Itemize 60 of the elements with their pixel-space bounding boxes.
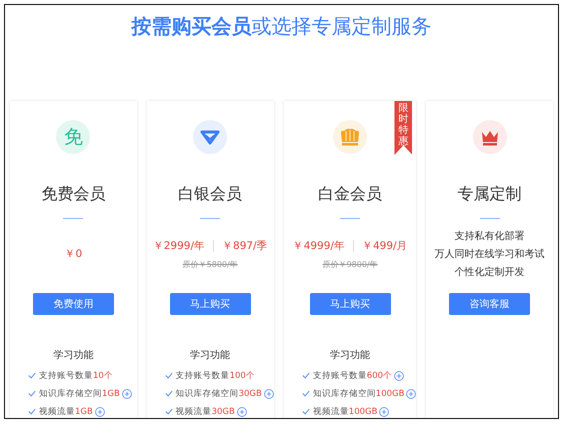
feature-label: 视频流量 [312, 406, 349, 418]
feature-value: 100个 [230, 370, 255, 382]
add-icon[interactable] [236, 406, 247, 416]
plan-name: 专属定制 [458, 184, 522, 204]
check-icon [164, 408, 173, 415]
plan-price: ￥0 [64, 247, 82, 261]
add-icon[interactable] [264, 388, 274, 398]
feature-label: 视频流量 [176, 406, 212, 418]
check-icon [302, 390, 310, 397]
features-heading: 学习功能 [190, 349, 230, 363]
crown-icon [472, 120, 507, 154]
feature-label: 支持账号数量 [312, 370, 367, 382]
plan-description: 支持私有化部署 [454, 230, 525, 242]
add-icon[interactable] [122, 388, 132, 398]
add-icon[interactable] [379, 406, 390, 416]
plan-name: 白金会员 [318, 184, 382, 204]
feature-value: 30GB [212, 406, 235, 416]
feature-label: 视频流量 [39, 406, 75, 418]
feature-value: 30GB [238, 388, 262, 398]
plan-name: 白银会员 [178, 184, 242, 204]
feature-label: 知识库存储空间 [176, 388, 239, 400]
add-icon[interactable] [394, 370, 404, 380]
promo-ribbon: 限时特惠 [394, 101, 412, 155]
feature-value: 10个 [93, 370, 113, 382]
plan-description: 个性化定制开发 [454, 266, 525, 278]
plan-button[interactable]: 马上购买 [310, 293, 391, 315]
crown-icon [333, 120, 368, 154]
feature-value: 1GB [102, 388, 120, 398]
feature-label: 知识库存储空间 [312, 388, 376, 400]
feature-value: 100GB [376, 388, 404, 398]
plan-price: ￥4999/年 [292, 238, 345, 252]
plan-name: 免费会员 [41, 184, 106, 204]
plan-price: ￥499/月 [362, 238, 408, 252]
features-heading: 学习功能 [53, 349, 94, 363]
features-heading: 学习功能 [330, 349, 370, 363]
original-price: 原价￥5800/年 [182, 258, 238, 270]
feature-label: 知识库存储空间 [39, 388, 102, 400]
check-icon [302, 408, 310, 415]
plan-price: ￥897/季 [222, 238, 268, 252]
feature-label: 支持账号数量 [176, 370, 230, 382]
feature-value: 600个 [366, 370, 392, 382]
check-icon [28, 408, 36, 415]
add-icon[interactable] [406, 388, 416, 398]
page-title: 按需购买会员或选择专属定制服务 [130, 13, 432, 39]
feature-value: 100GB [348, 406, 378, 416]
plan-description: 万人同时在线学习和考试 [434, 248, 545, 260]
free-icon: 免 [56, 120, 90, 154]
check-icon [164, 372, 173, 379]
check-icon [164, 390, 173, 397]
check-icon [302, 372, 310, 379]
check-icon [28, 390, 36, 397]
add-icon[interactable] [94, 406, 105, 416]
plan-button[interactable]: 免费使用 [32, 293, 114, 315]
original-price: 原价￥9800/年 [322, 258, 378, 270]
check-icon [28, 372, 36, 379]
plan-button[interactable]: 马上购买 [170, 293, 251, 315]
feature-value: 1GB [75, 406, 93, 416]
feature-label: 支持账号数量 [39, 370, 93, 382]
plan-button[interactable]: 咨询客服 [449, 293, 530, 315]
plan-price: ￥2999/年 [152, 238, 206, 252]
